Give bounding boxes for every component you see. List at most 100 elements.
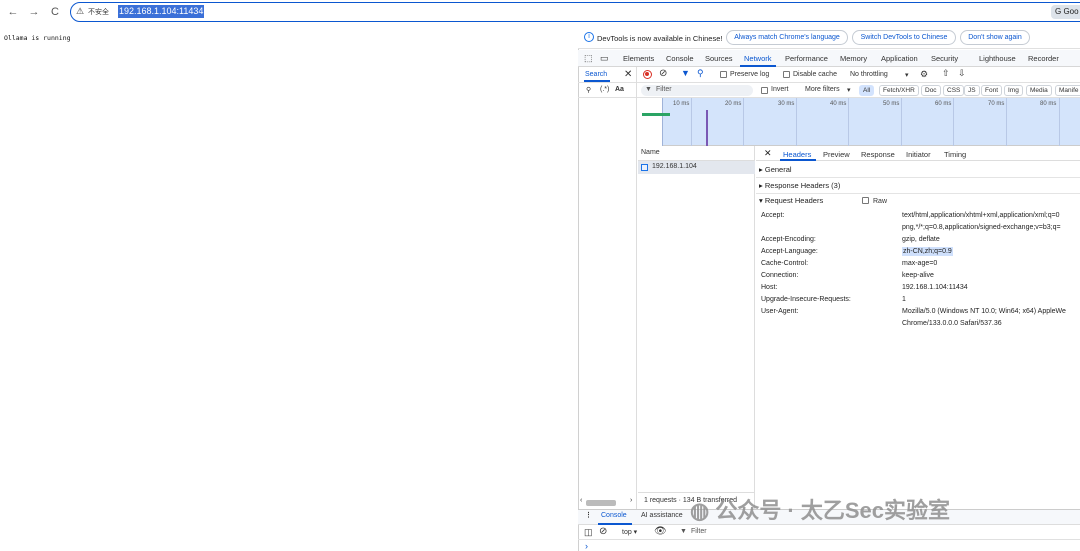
request-row[interactable]: 192.168.1.104 [638, 161, 755, 174]
profile-button[interactable]: G Goo [1051, 5, 1080, 19]
clear-icon[interactable]: ⊘ [659, 68, 667, 79]
invert-label: Invert [771, 86, 789, 93]
switch-chinese-button[interactable]: Switch DevTools to Chinese [852, 30, 956, 45]
header-value: 192.168.1.104:11434 [902, 284, 968, 291]
timeline-tick: 10 ms [673, 101, 690, 107]
tab-lighthouse[interactable]: Lighthouse [979, 54, 1016, 63]
filter-chip-doc[interactable]: Doc [921, 85, 941, 96]
dont-show-again-button[interactable]: Don't show again [960, 30, 1030, 45]
section-general[interactable]: ▸ General [756, 162, 1080, 178]
header-value: text/html,application/xhtml+xml,applicat… [902, 212, 1060, 219]
filter-chip-manifest[interactable]: Manife [1055, 85, 1080, 96]
address-bar[interactable] [70, 2, 1080, 22]
more-filters-dropdown[interactable]: More filters [805, 86, 840, 93]
filter-chip-font[interactable]: Font [981, 85, 1003, 96]
invert-checkbox[interactable] [761, 87, 768, 96]
security-label[interactable]: 不安全 [88, 7, 109, 17]
active-detail-tab-indicator [780, 159, 816, 161]
header-name: Upgrade-Insecure-Requests: [761, 296, 851, 303]
timeline-tick: 70 ms [988, 101, 1005, 107]
console-filter-input[interactable]: Filter [691, 528, 707, 535]
timeline-gridline [1006, 98, 1007, 146]
chevron-down-icon[interactable]: ▾ [905, 71, 909, 79]
filter-chip-media[interactable]: Media [1026, 85, 1052, 96]
document-icon [641, 164, 648, 171]
timeline-gridline [901, 98, 902, 146]
sidebar-toggle-icon[interactable]: ◫ [584, 527, 593, 538]
request-timing-bar [642, 113, 670, 116]
tab-console[interactable]: Console [666, 54, 694, 63]
filter-funnel-icon[interactable]: ▼ [681, 68, 690, 78]
tab-security[interactable]: Security [931, 54, 958, 63]
timeline-tick: 80 ms [1040, 101, 1057, 107]
tab-sources[interactable]: Sources [705, 54, 733, 63]
section-general-label: General [764, 165, 792, 174]
upload-icon[interactable]: ⇧ [942, 68, 950, 79]
tab-elements[interactable]: Elements [623, 54, 654, 63]
timeline-overview[interactable] [638, 98, 1080, 146]
drawer-menu-icon[interactable]: ⋮ [585, 511, 592, 519]
request-name: 192.168.1.104 [652, 163, 697, 170]
url-text[interactable]: 192.168.1.104:11434 [118, 5, 205, 18]
console-prompt[interactable]: › [585, 541, 588, 551]
back-arrow-icon[interactable]: ← [6, 5, 20, 19]
context-select[interactable]: top ▾ [622, 528, 637, 536]
filter-chip-css[interactable]: CSS [943, 85, 965, 96]
search-panel [578, 67, 637, 509]
device-toolbar-icon[interactable]: ▭ [600, 53, 609, 64]
disable-cache-checkbox[interactable] [783, 71, 790, 80]
scroll-right-icon[interactable]: › [630, 497, 632, 504]
tab-memory[interactable]: Memory [840, 54, 867, 63]
watermark-text: 公众号 · 太乙Sec实验室 [715, 498, 951, 523]
tab-headers[interactable]: Headers [783, 150, 811, 159]
download-icon[interactable]: ⇩ [958, 68, 966, 79]
clear-console-icon[interactable]: ⊘ [599, 526, 607, 537]
warning-triangle-icon[interactable]: ⚠ [76, 6, 84, 17]
match-language-button[interactable]: Always match Chrome's language [726, 30, 848, 45]
horizontal-scrollbar[interactable] [586, 500, 616, 506]
timeline-gridline [1059, 98, 1060, 146]
tab-timing[interactable]: Timing [944, 150, 966, 159]
drawer-tab-ai-assistance[interactable]: AI assistance [641, 512, 683, 519]
eye-icon[interactable]: 👁 [654, 526, 667, 537]
header-value: max-age=0 [902, 260, 938, 267]
tab-response[interactable]: Response [861, 150, 895, 159]
scroll-left-icon[interactable]: ‹ [580, 497, 582, 504]
search-icon[interactable]: ⚲ [697, 68, 704, 79]
raw-checkbox[interactable] [862, 197, 869, 206]
network-conditions-icon[interactable]: ⚙ [920, 69, 928, 80]
preserve-log-label: Preserve log [730, 71, 770, 78]
forward-arrow-icon[interactable]: → [27, 5, 41, 19]
filter-chip-js[interactable]: JS [964, 85, 980, 96]
record-icon[interactable] [643, 70, 652, 79]
close-details-icon[interactable]: ✕ [764, 148, 772, 159]
name-column-header[interactable]: Name [638, 146, 755, 161]
filter-chip-img[interactable]: Img [1004, 85, 1023, 96]
context-label: top [622, 529, 632, 536]
throttling-select[interactable]: No throttling [850, 71, 888, 78]
dom-content-loaded-marker [706, 110, 708, 146]
section-request-headers[interactable]: ▾ Request Headers [756, 193, 1080, 209]
header-value: Chrome/133.0.0.0 Safari/537.36 [902, 320, 1002, 327]
inspect-element-icon[interactable]: ⬚ [584, 53, 593, 64]
tab-initiator[interactable]: Initiator [906, 150, 931, 159]
tab-recorder[interactable]: Recorder [1028, 54, 1059, 63]
more-filters-chevron-icon[interactable]: ▾ [847, 86, 851, 94]
preserve-log-checkbox[interactable] [720, 71, 727, 80]
infobar-message: DevTools is now available in Chinese! [597, 34, 723, 43]
section-response-headers[interactable]: ▸ Response Headers (3) [756, 178, 1080, 194]
timeline-tick: 40 ms [830, 101, 847, 107]
info-icon: i [584, 32, 594, 42]
tab-preview[interactable]: Preview [823, 150, 850, 159]
drawer-tab-console[interactable]: Console [601, 512, 627, 519]
filter-chip-fetch-xhr[interactable]: Fetch/XHR [879, 85, 919, 96]
tab-application[interactable]: Application [881, 54, 918, 63]
filter-chip-all[interactable]: All [859, 85, 875, 96]
tab-network[interactable]: Network [744, 54, 772, 63]
tab-performance[interactable]: Performance [785, 54, 828, 63]
header-name: Connection: [761, 272, 799, 279]
page-body-text: Ollama is running [4, 34, 71, 42]
filter-placeholder: Filter [656, 86, 672, 93]
reload-icon[interactable]: C [48, 5, 62, 19]
timeline-selection[interactable] [638, 98, 663, 146]
